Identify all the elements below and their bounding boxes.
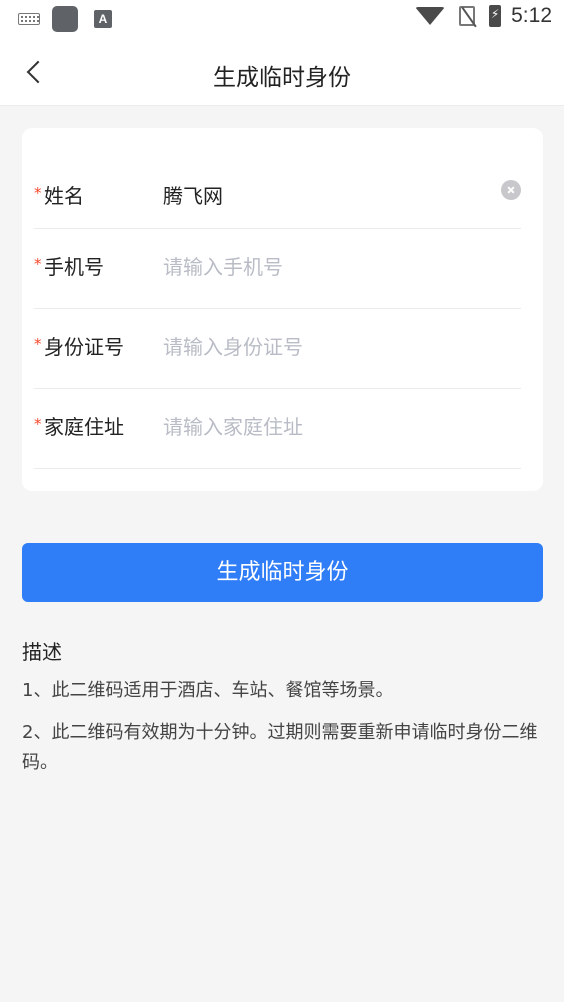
text-a-icon: A (94, 10, 112, 28)
description-title: 描述 (22, 640, 62, 664)
address-label: 家庭住址 (44, 415, 124, 439)
required-mark: * (34, 415, 42, 433)
status-bar-left: A (18, 6, 112, 32)
phone-input[interactable]: 请输入手机号 (163, 251, 283, 280)
app-square-icon (52, 6, 78, 32)
required-mark: * (34, 255, 42, 273)
title-bar: 生成临时身份 (0, 38, 564, 106)
form-row-address: * 家庭住址 请输入家庭住址 (34, 389, 521, 469)
identity-form: * 姓名 腾飞网 * 手机号 请输入手机号 * 身份证号 请输入身份证号 * 家… (22, 128, 543, 491)
name-input[interactable]: 腾飞网 (163, 180, 223, 209)
form-row-phone: * 手机号 请输入手机号 (34, 229, 521, 309)
generate-identity-button[interactable]: 生成临时身份 (22, 543, 543, 602)
address-input[interactable]: 请输入家庭住址 (163, 411, 303, 440)
form-row-id-number: * 身份证号 请输入身份证号 (34, 309, 521, 389)
clear-circle-icon[interactable] (501, 180, 521, 200)
name-label: 姓名 (44, 184, 84, 208)
id-number-label: 身份证号 (44, 335, 124, 359)
description-line: 1、此二维码适用于酒店、车站、餐馆等场景。 (22, 680, 394, 701)
battery-charging-icon (489, 5, 502, 27)
keyboard-icon (18, 13, 40, 25)
status-bar: A 5:12 (0, 0, 564, 38)
no-sim-icon (459, 6, 476, 26)
status-time: 5:12 (511, 4, 552, 27)
status-bar-right: 5:12 (415, 4, 552, 28)
required-mark: * (34, 335, 42, 353)
description-line: 2、此二维码有效期为十分钟。过期则需要重新申请临时身份二维码。 (22, 722, 538, 773)
phone-label: 手机号 (44, 255, 104, 279)
form-row-name: * 姓名 腾飞网 (34, 158, 521, 229)
id-number-input[interactable]: 请输入身份证号 (163, 331, 303, 360)
page-title: 生成临时身份 (213, 65, 351, 91)
required-mark: * (34, 184, 42, 202)
wifi-icon (415, 7, 446, 25)
